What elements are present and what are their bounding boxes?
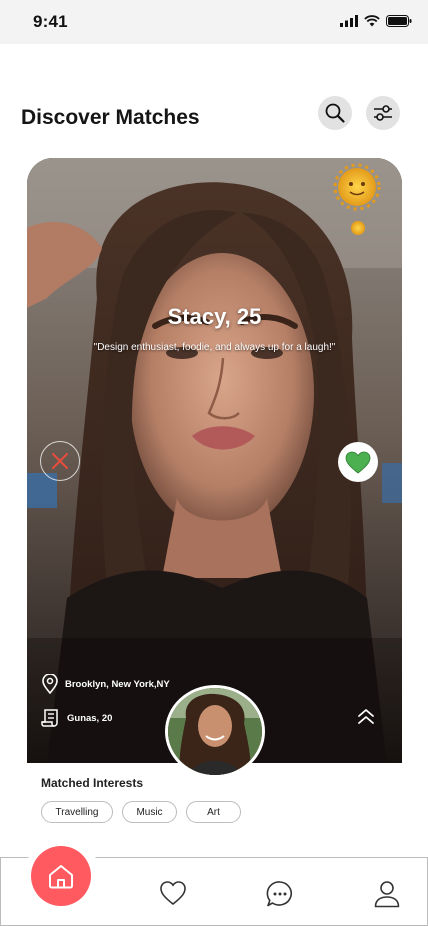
cellular-signal-icon [340, 15, 358, 27]
match-label-row: Gunas, 20 [41, 709, 112, 727]
chat-bubble-icon [266, 881, 292, 907]
interest-chip[interactable]: Travelling [41, 801, 113, 823]
search-icon [325, 103, 345, 123]
profile-card[interactable]: Stacy, 25 "Design enthusiast, foodie, an… [27, 158, 402, 763]
chevron-double-up-icon [358, 709, 374, 724]
status-bar: 9:41 [0, 0, 428, 44]
avatar[interactable] [165, 685, 265, 778]
interest-chip[interactable]: Art [186, 801, 241, 823]
search-button[interactable] [318, 96, 352, 130]
location-row: Brooklyn, New York,NY [41, 674, 170, 694]
location-pin-icon [42, 674, 58, 694]
interest-chip[interactable]: Music [122, 801, 177, 823]
dislike-button[interactable] [40, 441, 80, 481]
filter-button[interactable] [366, 96, 400, 130]
expand-button[interactable] [357, 708, 375, 731]
tab-home[interactable] [31, 846, 91, 906]
page-title: Discover Matches [21, 106, 200, 129]
tab-likes[interactable] [159, 880, 187, 911]
user-icon [374, 881, 400, 908]
interest-chips: Travelling Music Art [41, 801, 241, 823]
profile-bio: "Design enthusiast, foodie, and always u… [93, 342, 336, 353]
battery-icon [386, 15, 412, 27]
like-button[interactable] [338, 442, 378, 482]
matched-interests-title: Matched Interests [41, 776, 144, 790]
close-icon [52, 453, 68, 469]
home-icon [49, 865, 73, 889]
avatar-photo [168, 688, 262, 775]
profile-name: Stacy, 25 [167, 304, 262, 329]
tab-profile[interactable] [374, 880, 400, 913]
document-icon [41, 709, 58, 727]
location-text: Brooklyn, New York,NY [65, 678, 170, 690]
status-icons [340, 15, 412, 27]
heart-icon [345, 451, 371, 474]
match-label-text: Gunas, 20 [67, 712, 113, 724]
filter-sliders-icon [374, 105, 392, 121]
wifi-icon [364, 15, 380, 27]
status-time: 9:41 [33, 12, 68, 31]
heart-icon [160, 881, 186, 906]
tab-chat[interactable] [266, 880, 294, 913]
